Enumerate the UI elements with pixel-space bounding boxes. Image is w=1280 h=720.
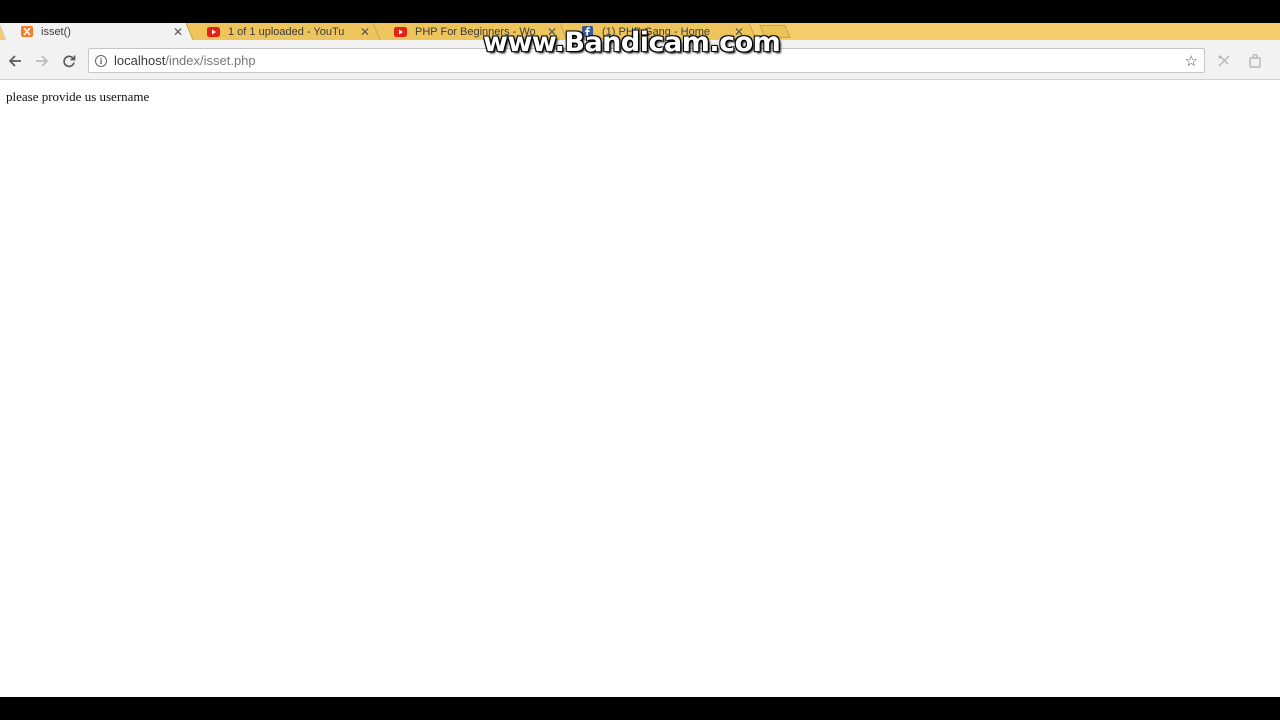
close-icon[interactable]: ✕ bbox=[359, 25, 371, 39]
url-path: /index/isset.php bbox=[165, 53, 256, 68]
tab-title: isset() bbox=[41, 25, 71, 38]
tab-title: (1) PHP Gang - Home bbox=[602, 25, 711, 38]
tab-title: 1 of 1 uploaded - YouTu bbox=[228, 25, 345, 38]
xampp-icon bbox=[20, 26, 33, 37]
tab-youtube-upload[interactable]: 1 of 1 uploaded - YouTu ✕ bbox=[185, 23, 383, 40]
arrow-left-icon bbox=[8, 55, 21, 67]
tab-isset[interactable]: isset() ✕ bbox=[0, 23, 196, 40]
tab-php-beginners[interactable]: PHP For Beginners - Wo ✕ bbox=[372, 23, 570, 40]
reload-icon bbox=[63, 55, 76, 68]
page-message: please provide us username bbox=[6, 89, 150, 104]
address-bar[interactable]: i localhost/index/isset.php ☆ bbox=[88, 48, 1205, 73]
tab-php-gang[interactable]: (1) PHP Gang - Home ✕ bbox=[559, 23, 757, 40]
arrow-right-icon bbox=[36, 55, 49, 67]
browser-window: isset() ✕ 1 of 1 uploaded - YouTu ✕ PHP … bbox=[0, 23, 1280, 697]
url-host: localhost bbox=[114, 53, 166, 68]
back-button[interactable] bbox=[6, 52, 24, 70]
forward-button[interactable] bbox=[33, 52, 51, 70]
info-icon[interactable]: i bbox=[95, 54, 107, 67]
tab-title: PHP For Beginners - Wo bbox=[415, 25, 536, 38]
youtube-icon bbox=[207, 26, 220, 37]
shopping-bag-icon[interactable] bbox=[1246, 52, 1264, 70]
bookmark-star-icon[interactable]: ☆ bbox=[1185, 52, 1198, 70]
facebook-icon bbox=[581, 26, 594, 37]
youtube-icon bbox=[394, 26, 407, 37]
reload-button[interactable] bbox=[60, 52, 78, 70]
extension-icon[interactable] bbox=[1215, 52, 1233, 70]
close-icon[interactable]: ✕ bbox=[733, 25, 745, 39]
url-text: localhost/index/isset.php bbox=[114, 53, 256, 68]
close-icon[interactable]: ✕ bbox=[546, 25, 558, 39]
new-tab-button[interactable] bbox=[759, 25, 791, 38]
close-icon[interactable]: ✕ bbox=[172, 25, 184, 39]
tab-strip: isset() ✕ 1 of 1 uploaded - YouTu ✕ PHP … bbox=[0, 23, 1280, 40]
browser-toolbar: i localhost/index/isset.php ☆ bbox=[0, 40, 1280, 80]
